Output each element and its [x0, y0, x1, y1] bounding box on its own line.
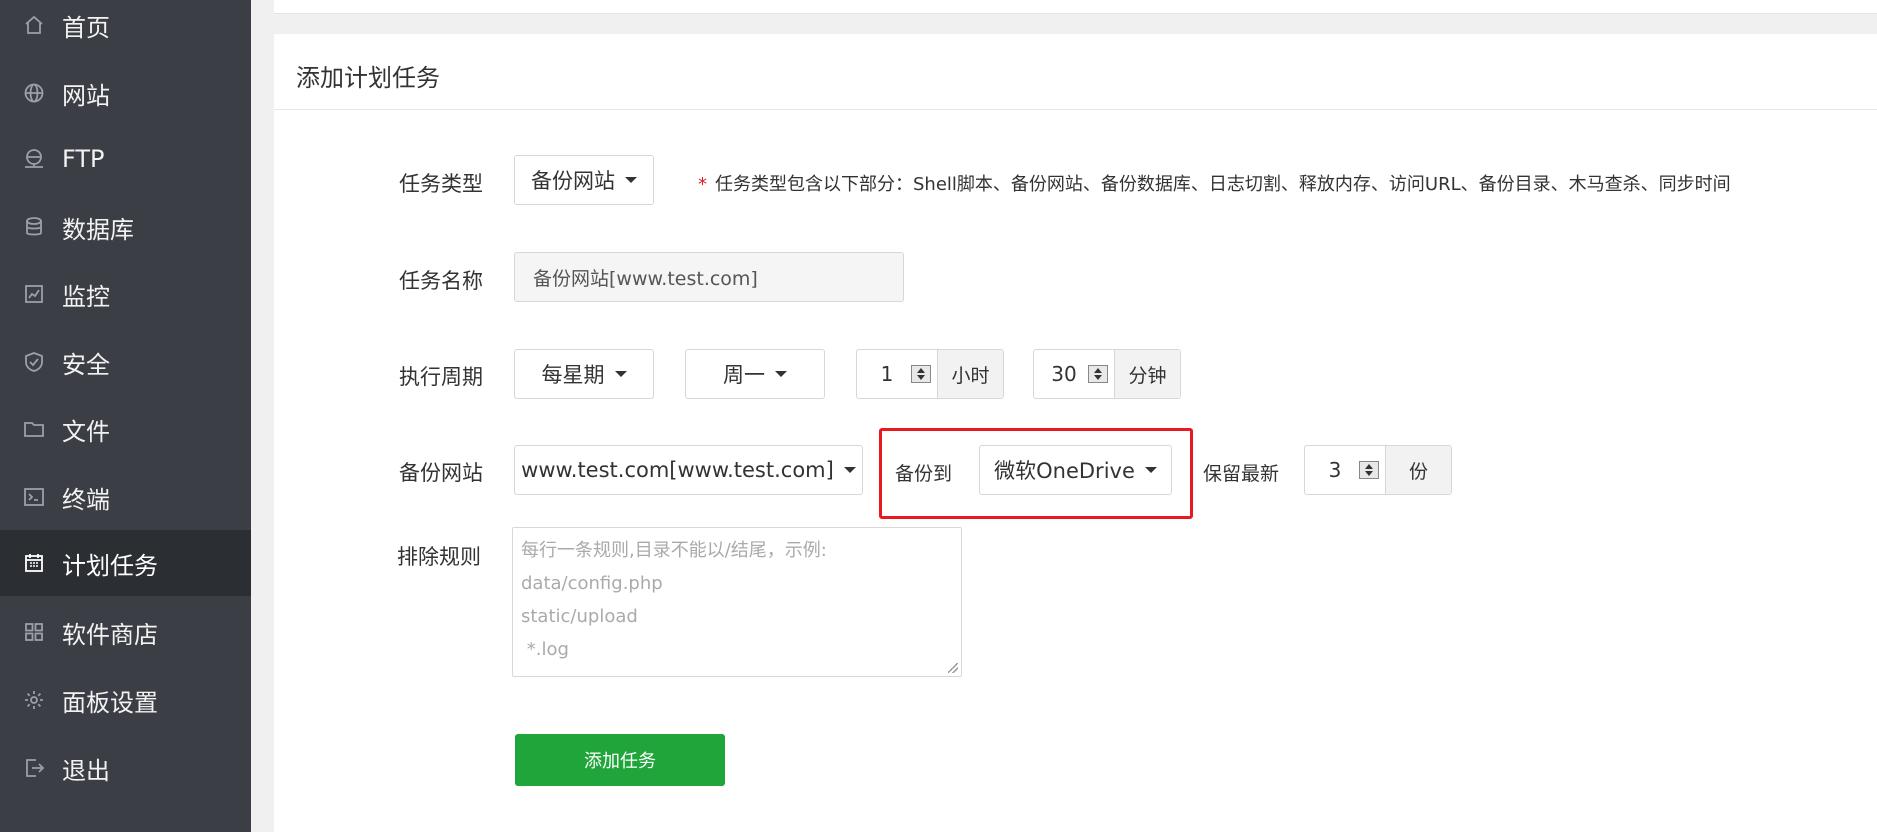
sidebar-item-monitor[interactable]: 监控	[0, 263, 251, 325]
task-type-select[interactable]: 备份网站	[514, 155, 654, 205]
chevron-down-icon	[843, 467, 856, 473]
task-name-input[interactable]: 备份网站[www.test.com]	[514, 252, 904, 302]
chevron-down-icon	[614, 371, 627, 377]
hour-group: 1 小时	[856, 349, 1004, 399]
backup-site-select[interactable]: www.test.com[www.test.com]	[514, 445, 863, 495]
exclude-rules-textarea[interactable]: 每行一条规则,目录不能以/结尾，示例: data/config.php stat…	[512, 527, 962, 677]
chevron-down-icon	[775, 371, 787, 377]
keep-input[interactable]: 3	[1305, 446, 1385, 494]
sidebar-item-home[interactable]: 首页	[0, 0, 251, 56]
sidebar-item-settings[interactable]: 面板设置	[0, 669, 251, 731]
sidebar-item-label: 监控	[62, 282, 110, 311]
sidebar-item-label: 终端	[62, 485, 110, 514]
backup-site-label: 备份网站	[399, 461, 483, 485]
card-title: 添加计划任务	[296, 64, 440, 92]
minute-group: 30 分钟	[1033, 349, 1181, 399]
sidebar-item-label: 面板设置	[62, 688, 158, 717]
globe-icon	[22, 81, 46, 105]
home-icon	[22, 13, 46, 37]
keep-latest-label: 保留最新	[1203, 463, 1280, 485]
keep-unit: 份	[1385, 446, 1451, 494]
backup-to-label: 备份到	[895, 463, 953, 485]
calendar-icon	[22, 551, 46, 575]
period-label: 执行周期	[399, 365, 483, 389]
sidebar-item-security[interactable]: 安全	[0, 331, 251, 393]
required-star: *	[698, 174, 707, 195]
terminal-icon	[22, 485, 46, 509]
hour-input[interactable]: 1	[857, 350, 937, 398]
hour-value: 1	[880, 362, 894, 386]
task-type-hint: * 任务类型包含以下部分：Shell脚本、备份网站、备份数据库、日志切割、释放内存…	[698, 170, 1731, 196]
sidebar-item-label: 计划任务	[62, 551, 158, 580]
sidebar-item-terminal[interactable]: 终端	[0, 466, 251, 528]
sidebar-item-files[interactable]: 文件	[0, 398, 251, 460]
backup-site-value: www.test.com[www.test.com]	[521, 458, 834, 482]
logout-icon	[22, 756, 46, 780]
frequency-select[interactable]: 每星期	[514, 349, 654, 399]
sidebar-item-label: FTP	[62, 145, 105, 173]
sidebar-item-label: 网站	[62, 81, 110, 110]
sidebar-item-cron[interactable]: 计划任务	[0, 530, 251, 596]
monitor-icon	[22, 282, 46, 306]
weekday-select[interactable]: 周一	[685, 349, 825, 399]
top-card	[274, 0, 1877, 14]
grid-icon	[22, 620, 46, 644]
card-divider	[274, 109, 1877, 110]
folder-icon	[22, 417, 46, 441]
spinner-icon[interactable]	[1088, 365, 1108, 383]
hour-unit: 小时	[937, 350, 1003, 398]
chevron-down-icon	[1144, 467, 1157, 473]
minute-input[interactable]: 30	[1034, 350, 1114, 398]
sidebar: 首页 网站 FTP 数据库 监控 安全 文件 终端 计划任务 软件商店 面板设置…	[0, 0, 251, 832]
sidebar-item-website[interactable]: 网站	[0, 62, 251, 124]
sidebar-item-label: 软件商店	[62, 620, 158, 649]
task-name-label: 任务名称	[399, 269, 483, 293]
task-type-value: 备份网站	[531, 169, 615, 193]
sidebar-item-label: 安全	[62, 350, 110, 379]
minute-value: 30	[1051, 362, 1077, 386]
shield-icon	[22, 350, 46, 374]
add-cron-card: 添加计划任务 任务类型 备份网站 * 任务类型包含以下部分：Shell脚本、备份网…	[274, 34, 1877, 832]
keep-group: 3 份	[1304, 445, 1452, 495]
backup-to-select[interactable]: 微软OneDrive	[979, 445, 1172, 495]
spinner-icon[interactable]	[1359, 461, 1379, 479]
sidebar-item-label: 首页	[62, 13, 110, 42]
sidebar-item-label: 退出	[62, 756, 110, 785]
sidebar-item-logout[interactable]: 退出	[0, 737, 251, 799]
frequency-value: 每星期	[541, 363, 605, 387]
resize-handle[interactable]	[948, 663, 958, 673]
sidebar-item-database[interactable]: 数据库	[0, 196, 251, 258]
task-type-hint-text: 任务类型包含以下部分：Shell脚本、备份网站、备份数据库、日志切割、释放内存、…	[715, 174, 1731, 195]
database-icon	[22, 215, 46, 239]
ftp-icon	[22, 147, 46, 171]
exclude-label: 排除规则	[397, 545, 481, 569]
gear-icon	[22, 688, 46, 712]
spinner-icon[interactable]	[911, 365, 931, 383]
add-task-button[interactable]: 添加任务	[515, 734, 725, 786]
minute-unit: 分钟	[1114, 350, 1180, 398]
chevron-down-icon	[625, 177, 637, 183]
weekday-value: 周一	[723, 363, 765, 387]
backup-to-value: 微软OneDrive	[994, 459, 1135, 483]
sidebar-item-store[interactable]: 软件商店	[0, 601, 251, 663]
sidebar-item-ftp[interactable]: FTP	[0, 128, 251, 190]
sidebar-item-label: 数据库	[62, 215, 134, 244]
keep-value: 3	[1328, 458, 1342, 482]
task-type-label: 任务类型	[399, 172, 483, 196]
sidebar-item-label: 文件	[62, 417, 110, 446]
